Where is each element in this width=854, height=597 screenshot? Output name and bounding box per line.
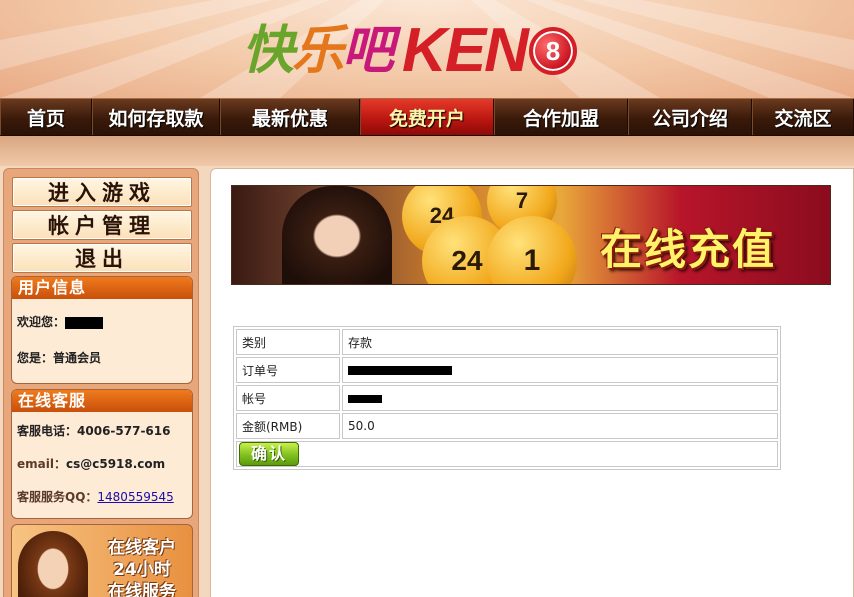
site-logo[interactable]: 快乐吧 KEN 8 xyxy=(242,16,577,86)
online-recharge-banner: 24 24 7 1 在线充值 xyxy=(231,185,831,285)
qq-label: 客服服务QQ： xyxy=(17,490,98,504)
customer-service-box: 在线客服 客服电话：4006-577-616 email：cs@c5918.co… xyxy=(11,389,193,519)
sidebar: 进入游戏 帐户管理 退出 用户信息 欢迎您： 您是：普通会员 在线客服 客服电话… xyxy=(3,168,199,597)
user-info-title: 用户信息 xyxy=(12,277,192,299)
main-nav: 首页 如何存取款 最新优惠 免费开户 合作加盟 公司介绍 交流区 xyxy=(0,98,854,136)
confirm-button[interactable]: 确认 xyxy=(239,442,299,466)
customer-service-title: 在线客服 xyxy=(12,390,192,412)
account-label: 帐号 xyxy=(236,385,340,411)
category-label: 类别 xyxy=(236,329,340,355)
table-row: 订单号 xyxy=(236,357,778,383)
account-value xyxy=(342,385,778,411)
logo-ball-icon: 8 xyxy=(528,27,577,75)
main-content: 24 24 7 1 在线充值 类别 存款 订单号 帐号 金额(RMB) 50.0… xyxy=(210,168,854,597)
table-row: 金额(RMB) 50.0 xyxy=(236,413,778,439)
nav-shadow xyxy=(0,136,854,166)
phone-value: 4006-577-616 xyxy=(77,424,171,438)
site-header: 快乐吧 KEN 8 xyxy=(0,0,854,98)
logo-chinese-text: 快乐吧 xyxy=(242,21,394,81)
online-service-promo[interactable]: 在线客户 24小时 在线服务 xyxy=(11,524,193,597)
enter-game-button[interactable]: 进入游戏 xyxy=(12,177,192,207)
phone-line: 客服电话：4006-577-616 xyxy=(12,422,170,439)
nav-item-forum[interactable]: 交流区 xyxy=(752,99,854,135)
user-info-box: 用户信息 欢迎您： 您是：普通会员 xyxy=(11,276,193,384)
username-redacted xyxy=(65,316,104,329)
role-line: 您是：普通会员 xyxy=(12,349,101,366)
email-line: email：cs@c5918.com xyxy=(12,455,165,472)
account-manage-button[interactable]: 帐户管理 xyxy=(12,210,192,240)
nav-item-free-register[interactable]: 免费开户 xyxy=(360,99,494,135)
deposit-form-table: 类别 存款 订单号 帐号 金额(RMB) 50.0 确认 xyxy=(233,326,781,470)
table-row: 类别 存款 xyxy=(236,329,778,355)
order-number-value xyxy=(342,357,778,383)
account-redacted xyxy=(348,394,382,403)
email-label: email： xyxy=(17,457,66,471)
role-label: 您是： xyxy=(17,351,54,365)
amount-value: 50.0 xyxy=(342,413,778,439)
table-row: 帐号 xyxy=(236,385,778,411)
welcome-line: 欢迎您： xyxy=(12,313,104,330)
category-value: 存款 xyxy=(342,329,778,355)
banner-title: 在线充值 xyxy=(600,225,777,274)
role-value: 普通会员 xyxy=(53,351,102,365)
order-number-label: 订单号 xyxy=(236,357,340,383)
promo-line-3: 在线服务 xyxy=(108,582,176,597)
email-value: cs@c5918.com xyxy=(65,457,166,471)
qq-link[interactable]: 1480559545 xyxy=(97,490,173,504)
amount-label: 金额(RMB) xyxy=(236,413,340,439)
confirm-cell: 确认 xyxy=(236,441,778,467)
logout-button[interactable]: 退出 xyxy=(12,243,192,273)
nav-item-about-company[interactable]: 公司介绍 xyxy=(628,99,752,135)
qq-line: 客服服务QQ：1480559545 xyxy=(12,488,174,505)
phone-label: 客服电话： xyxy=(17,424,78,438)
banner-woman-image xyxy=(282,186,392,284)
welcome-label: 欢迎您： xyxy=(17,315,66,329)
nav-item-promotions[interactable]: 最新优惠 xyxy=(220,99,360,135)
logo-keno-text: KEN xyxy=(402,16,529,85)
nav-item-deposit-withdraw[interactable]: 如何存取款 xyxy=(92,99,220,135)
nav-item-home[interactable]: 首页 xyxy=(0,99,92,135)
nav-item-partnership[interactable]: 合作加盟 xyxy=(494,99,628,135)
promo-woman-image xyxy=(18,531,88,597)
order-number-redacted xyxy=(348,366,452,375)
table-row: 确认 xyxy=(236,441,778,467)
